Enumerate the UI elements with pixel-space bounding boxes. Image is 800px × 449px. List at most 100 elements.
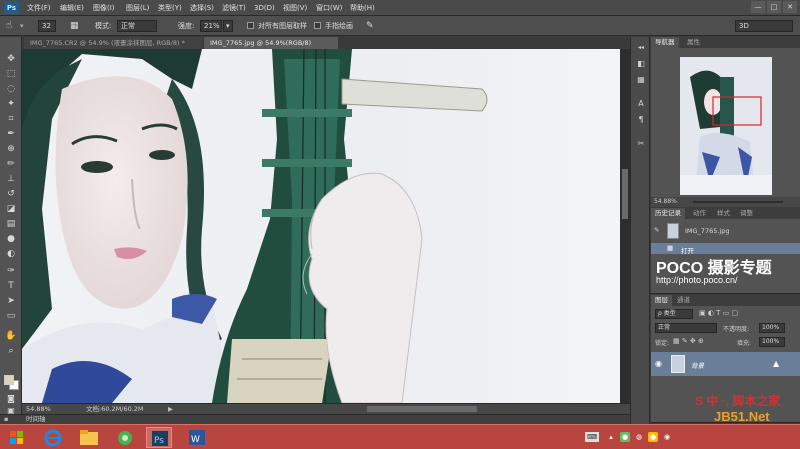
- tab-img-jpg[interactable]: IMG_7765.jpg @ 54.9%(RGB/8): [204, 37, 338, 49]
- close-button[interactable]: ✕: [783, 1, 797, 13]
- gradient-icon[interactable]: ▤: [4, 218, 18, 230]
- poco-url: http://photo.poco.cn/: [656, 275, 738, 285]
- lock-icons[interactable]: ▦ ✎ ✥ ⊕: [673, 337, 704, 345]
- maximize-button[interactable]: □: [767, 1, 781, 13]
- tab-properties[interactable]: 属性: [683, 37, 704, 48]
- keyboard-tray-icon[interactable]: ⌨: [585, 432, 599, 442]
- start-button[interactable]: [4, 427, 30, 448]
- file-explorer-icon[interactable]: [76, 427, 102, 448]
- sample-all-checkbox[interactable]: [247, 22, 254, 29]
- menu-image[interactable]: 图像(I): [93, 2, 115, 14]
- photoshop-logo-icon[interactable]: Ps: [4, 2, 19, 14]
- minimize-button[interactable]: —: [751, 1, 765, 13]
- vertical-scrollbar[interactable]: [620, 49, 630, 403]
- history-snapshot[interactable]: ✎ IMG_7765.jpg: [651, 221, 800, 241]
- navigator-thumbnail[interactable]: [680, 57, 772, 195]
- timeline-label[interactable]: 时间轴: [26, 415, 46, 424]
- tab-styles[interactable]: 样式: [713, 208, 734, 219]
- workspace-select[interactable]: 3D: [735, 20, 793, 32]
- blur-icon[interactable]: ●: [4, 233, 18, 245]
- snapshot-thumbnail: [667, 223, 679, 239]
- eraser-icon[interactable]: ◪: [4, 203, 18, 215]
- blend-mode-select[interactable]: 正常: [655, 323, 717, 333]
- tray-icon-4[interactable]: ●: [648, 432, 658, 442]
- opacity-input[interactable]: 100%: [759, 323, 785, 333]
- menu-layer[interactable]: 图层(L): [126, 2, 149, 14]
- pressure-icon[interactable]: ✎: [366, 20, 374, 32]
- eyedropper-icon[interactable]: ✒: [4, 128, 18, 140]
- tray-icon-3[interactable]: ◍: [634, 432, 644, 442]
- menu-3d[interactable]: 3D(D): [254, 2, 275, 14]
- character-panel-icon[interactable]: A: [635, 99, 647, 109]
- move-icon[interactable]: ✥: [4, 53, 18, 65]
- strength-slider-toggle[interactable]: ▾: [223, 20, 233, 32]
- quick-mask-icon[interactable]: ◙: [4, 393, 18, 405]
- tray-icon-2[interactable]: ●: [620, 432, 630, 442]
- stamp-icon[interactable]: ⊥: [4, 173, 18, 185]
- crop-icon[interactable]: ⌗: [4, 113, 18, 125]
- foreground-color-swatch[interactable]: [4, 375, 14, 385]
- fill-input[interactable]: 100%: [759, 337, 785, 347]
- tab-adjustments[interactable]: 调整: [736, 208, 757, 219]
- layer-thumbnail: [671, 355, 685, 373]
- tray-icon-5[interactable]: ◉: [662, 432, 672, 442]
- path-select-icon[interactable]: ➤: [4, 295, 18, 307]
- brush-icon[interactable]: ✏: [4, 158, 18, 170]
- menu-edit[interactable]: 编辑(E): [60, 2, 84, 14]
- shape-icon[interactable]: ▭: [4, 310, 18, 322]
- swatches-panel-icon[interactable]: ▦: [635, 75, 647, 85]
- tab-label: IMG_7765.CR2 @ 54.9% (液畫涂抹图层, RGB/8) *: [30, 39, 185, 47]
- history-brush-icon[interactable]: ↺: [4, 188, 18, 200]
- zoom-readout[interactable]: 54.88%: [26, 404, 51, 414]
- green-app-icon[interactable]: [112, 427, 138, 448]
- brush-panel-icon[interactable]: ▦: [70, 20, 79, 32]
- layer-visibility-eye-icon[interactable]: ◉: [655, 359, 662, 368]
- layer-kind-filter[interactable]: ρ 类型: [655, 309, 693, 319]
- tab-img-cr2[interactable]: IMG_7765.CR2 @ 54.9% (液畫涂抹图层, RGB/8) *: [24, 37, 202, 49]
- layer-filter-icons[interactable]: ▣ ◐ T ▭ ▢: [699, 309, 738, 317]
- horizontal-scroll-thumb[interactable]: [367, 406, 477, 412]
- color-panel-icon[interactable]: ◧: [635, 59, 647, 69]
- word-taskbar-icon[interactable]: W: [184, 427, 210, 448]
- smudge-tool-icon[interactable]: ☝: [6, 20, 12, 32]
- tab-actions[interactable]: 动作: [689, 208, 710, 219]
- tab-navigator[interactable]: 导航器: [651, 37, 679, 48]
- menu-select[interactable]: 选择(S): [190, 2, 214, 14]
- tab-history[interactable]: 历史记录: [651, 208, 685, 219]
- tool-preset-dropdown-icon[interactable]: ▾: [20, 20, 24, 32]
- navigator-zoom[interactable]: 54.88%: [654, 198, 677, 205]
- photoshop-taskbar-icon[interactable]: Ps: [146, 427, 172, 448]
- navigator-zoom-slider[interactable]: [693, 201, 783, 203]
- doc-size[interactable]: 文档:60.2M/60.2M: [86, 404, 144, 414]
- pen-icon[interactable]: ✑: [4, 265, 18, 277]
- paragraph-panel-icon[interactable]: ¶: [635, 115, 647, 125]
- finger-paint-checkbox[interactable]: [314, 22, 321, 29]
- canvas[interactable]: [22, 49, 620, 403]
- zoom-icon[interactable]: ⌕: [4, 345, 18, 357]
- tab-layers[interactable]: 图层: [651, 295, 672, 306]
- strength-input[interactable]: 21%: [200, 20, 222, 32]
- dodge-icon[interactable]: ◐: [4, 248, 18, 260]
- ie-browser-icon[interactable]: [40, 427, 66, 448]
- vertical-scroll-thumb[interactable]: [622, 169, 628, 219]
- menu-type[interactable]: 类型(Y): [158, 2, 182, 14]
- mode-select[interactable]: 正常: [117, 20, 157, 32]
- layer-row-background[interactable]: ◉ 背景 ▲: [651, 352, 800, 376]
- menu-view[interactable]: 视图(V): [283, 2, 307, 14]
- tray-icon-1[interactable]: ▴: [606, 432, 616, 442]
- hand-icon[interactable]: ✋: [4, 330, 18, 342]
- menu-file[interactable]: 文件(F): [27, 2, 51, 14]
- brush-size-picker[interactable]: 32: [38, 20, 56, 32]
- collapse-panels-icon[interactable]: ◂◂: [635, 43, 647, 53]
- status-arrow-icon[interactable]: ▶: [168, 404, 173, 414]
- lasso-icon[interactable]: ◌: [4, 83, 18, 95]
- menu-help[interactable]: 帮助(H): [350, 2, 375, 14]
- healing-icon[interactable]: ⊕: [4, 143, 18, 155]
- menu-filter[interactable]: 滤镜(T): [222, 2, 246, 14]
- type-icon[interactable]: T: [4, 280, 18, 292]
- menu-window[interactable]: 窗口(W): [316, 2, 342, 14]
- tab-channels[interactable]: 通道: [673, 295, 694, 306]
- tools-panel-icon[interactable]: ✂: [635, 139, 647, 149]
- marquee-icon[interactable]: ⬚: [4, 68, 18, 80]
- magic-wand-icon[interactable]: ✦: [4, 98, 18, 110]
